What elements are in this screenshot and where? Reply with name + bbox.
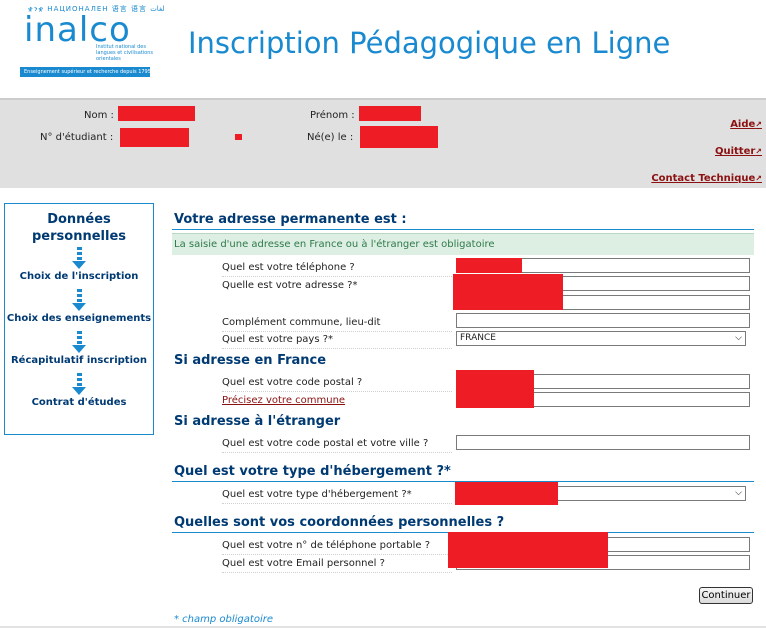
label-dots xyxy=(222,572,452,573)
address-section-title: Votre adresse permanente est : xyxy=(174,212,407,227)
label-dots xyxy=(222,276,452,277)
address-redacted xyxy=(453,274,563,310)
label-dots xyxy=(222,331,452,332)
foreign-section-title: Si adresse à l'étranger xyxy=(174,414,341,429)
address-label: Quelle est votre adresse ?* xyxy=(222,280,358,291)
mobile-label: Quel est votre n° de téléphone portable … xyxy=(222,540,431,551)
arrow-down-icon xyxy=(72,329,86,355)
postal-commune-redacted xyxy=(456,370,534,408)
contact-label: Contact Technique xyxy=(651,173,756,184)
country-value: FRANCE xyxy=(460,333,496,343)
external-link-icon: ↗ xyxy=(755,147,762,156)
prenom-label: Prénom : xyxy=(310,110,355,121)
france-section-title: Si adresse en France xyxy=(174,353,327,368)
email-label: Quel est votre Email personnel ? xyxy=(222,558,385,569)
arrow-down-icon xyxy=(72,371,86,397)
phone-label: Quel est votre téléphone ? xyxy=(222,262,355,273)
arrow-down-icon xyxy=(72,245,86,271)
redaction-mark xyxy=(235,134,242,140)
naissance-label: Né(e) le : xyxy=(307,132,354,143)
continue-button[interactable]: Continuer xyxy=(699,587,753,604)
chevron-down-icon: ⌵ xyxy=(735,488,742,498)
quitter-label: Quitter xyxy=(714,146,756,157)
numero-label: N° d'étudiant : xyxy=(40,132,114,143)
label-dots xyxy=(222,348,452,349)
label-dots xyxy=(222,391,452,392)
naissance-redacted xyxy=(360,126,438,148)
foreign-postal-input[interactable] xyxy=(456,435,750,450)
phone-redacted xyxy=(456,258,522,273)
arrow-down-icon xyxy=(72,287,86,313)
step-contrat-etudes: Contrat d'études xyxy=(31,397,127,408)
label-dots xyxy=(222,452,452,453)
commune-link[interactable]: Précisez votre commune xyxy=(222,395,345,406)
housing-section-title: Quel est votre type d'hébergement ?* xyxy=(174,464,451,479)
housing-redacted xyxy=(455,482,558,505)
aide-label: Aide xyxy=(730,119,756,130)
label-dots xyxy=(222,503,452,504)
quitter-link[interactable]: Quitter↗ xyxy=(715,146,762,157)
foreign-postal-label: Quel est votre code postal et votre vill… xyxy=(222,438,429,449)
nom-redacted xyxy=(118,106,195,121)
postal-code-label: Quel est votre code postal ? xyxy=(222,377,363,388)
complement-label: Complément commune, lieu-dit xyxy=(222,317,381,328)
contact-section-title: Quelles sont vos coordonnées personnelle… xyxy=(174,515,505,530)
label-dots xyxy=(222,554,452,555)
address-notice: La saisie d'une adresse en France ou à l… xyxy=(172,233,754,255)
external-link-icon: ↗ xyxy=(755,174,762,183)
complement-input[interactable] xyxy=(456,313,750,328)
contact-technique-link[interactable]: Contact Technique↗ xyxy=(651,173,762,184)
steps-panel: Données personnelles Choix de l'inscript… xyxy=(4,203,154,435)
step-current: Données personnelles xyxy=(32,212,126,244)
prenom-redacted xyxy=(359,106,421,121)
logo-subtitle: Institut national des langues et civilis… xyxy=(96,44,153,62)
page-title: Inscription Pédagogique en Ligne xyxy=(188,26,671,60)
step-recapitulatif: Récapitulatif inscription xyxy=(10,355,147,366)
country-label: Quel est votre pays ?* xyxy=(222,334,334,345)
country-select[interactable]: FRANCE ⌵ xyxy=(456,331,746,346)
external-link-icon: ↗ xyxy=(755,120,762,129)
step-choix-inscription: Choix de l'inscription xyxy=(19,271,139,282)
inalco-logo: ቋንቋ НАЦИОНАЛЕН 语言 语言 لغات inalco Institu… xyxy=(20,4,163,77)
identity-bar: Nom : Prénom : N° d'étudiant : Né(e) le … xyxy=(0,98,766,188)
aide-link[interactable]: Aide↗ xyxy=(730,119,762,130)
step-choix-enseignements: Choix des enseignements xyxy=(6,313,152,324)
mandatory-note: * champ obligatoire xyxy=(174,614,273,625)
contact-redacted xyxy=(448,532,608,568)
logo-band: Enseignement supérieur et recherche depu… xyxy=(20,67,150,77)
section-divider xyxy=(172,229,754,230)
chevron-down-icon: ⌵ xyxy=(735,333,742,343)
housing-label: Quel est votre type d'hébergement ?* xyxy=(222,489,412,500)
nom-label: Nom : xyxy=(84,110,114,121)
numero-redacted xyxy=(120,128,189,147)
